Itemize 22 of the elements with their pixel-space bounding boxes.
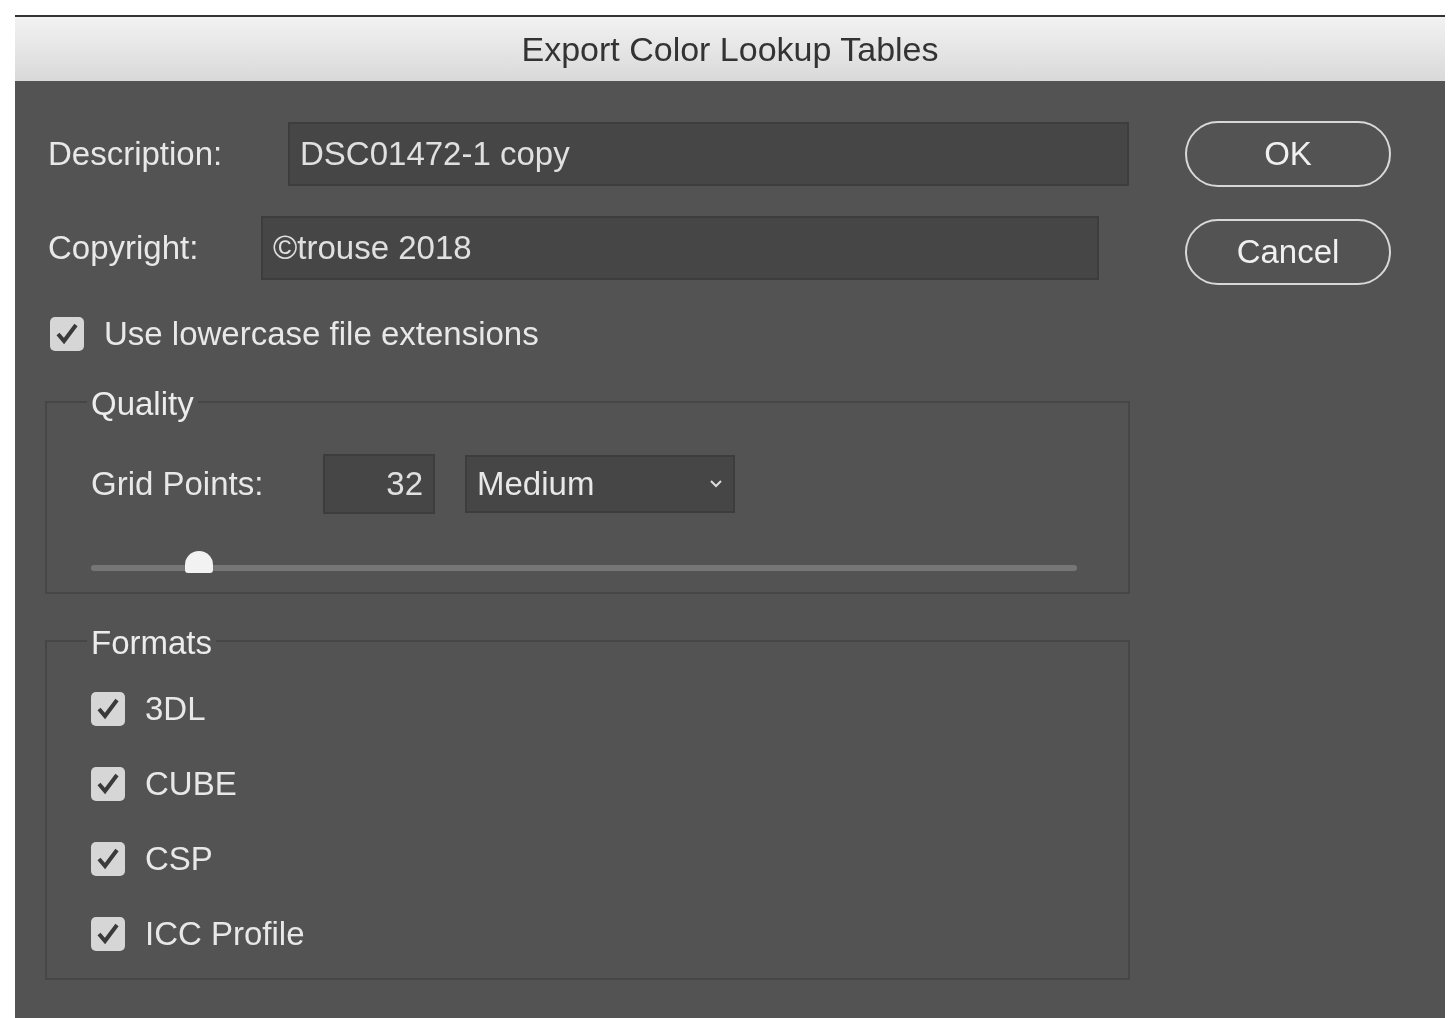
cancel-button[interactable]: Cancel [1185,219,1391,285]
slider-thumb[interactable] [185,551,214,573]
checkbox[interactable] [91,692,125,726]
checkbox[interactable] [91,917,125,951]
ok-button[interactable]: OK [1185,121,1391,187]
field-label: Grid Points: [91,464,265,505]
checkbox[interactable] [91,767,125,801]
checkbox[interactable] [50,317,84,351]
field-label: Copyright: [48,228,200,269]
checkbox-label: 3DL [145,689,206,730]
checkbox-label: ICC Profile [145,914,305,955]
input-field[interactable]: 32 [323,454,435,514]
window-title: Export Color Lookup Tables [521,28,939,70]
checkbox-label: Use lowercase file extensions [104,314,539,355]
input-field[interactable]: DSC01472-1 copy [288,122,1129,186]
checkbox[interactable] [91,842,125,876]
checkbox-label: CSP [145,839,213,880]
input-field[interactable]: ©trouse 2018 [261,216,1099,280]
dropdown[interactable]: Medium [465,455,735,513]
chevron-icon [709,479,723,489]
checkbox-label: CUBE [145,764,237,805]
field-label: Description: [48,134,224,175]
